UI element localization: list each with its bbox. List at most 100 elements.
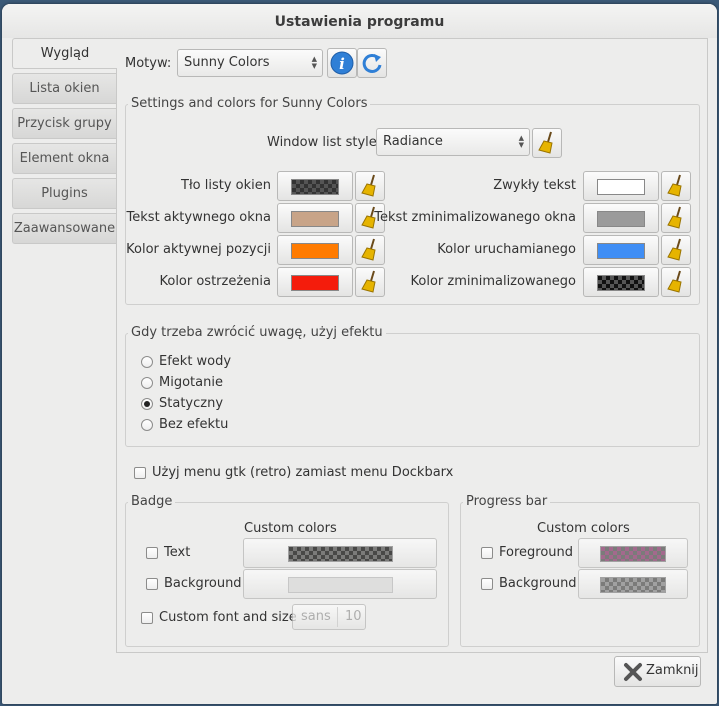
close-icon [624,663,642,681]
info-icon: i [330,51,354,75]
theme-label: Motyw: [125,56,172,71]
tab-element-okna[interactable]: Element okna [12,143,116,174]
radio-statyczny[interactable] [141,398,153,410]
progress-custom-colors-label: Custom colors [537,521,630,536]
color-label: Tekst aktywnego okna [126,210,271,225]
badge-text-label: Text [164,545,191,560]
broom-icon [667,270,682,293]
window-list-style-label: Window list style: [267,135,382,150]
progress-background-color-button[interactable] [578,569,688,599]
radio-bez-efektu[interactable] [141,419,153,431]
color-label: Tło listy okien [181,178,271,193]
badge-custom-font-label: Custom font and size [159,610,297,625]
badge-frame-title: Badge [128,494,176,509]
badge-background-checkbox[interactable] [146,578,158,590]
tab-list: Wygląd Lista okien Przycisk grupy Elemen… [12,38,117,248]
color-button-tekst-aktywnego[interactable] [277,203,353,233]
color-button-ostrzezenia[interactable] [277,267,353,297]
color-label: Kolor uruchamianego [437,242,576,257]
theme-info-button[interactable]: i [327,48,357,78]
color-button-aktywnej-pozycji[interactable] [277,235,353,265]
color-swatch [288,577,393,593]
color-label: Zwykły tekst [493,178,576,193]
progress-background-checkbox[interactable] [481,578,493,590]
badge-font-button[interactable]: sans 10 [292,604,366,630]
window-list-style-reset-button[interactable] [532,128,562,158]
reset-color-button[interactable] [661,267,691,297]
progress-frame-title: Progress bar [463,494,551,509]
color-button-tlo-listy[interactable] [277,171,353,201]
reset-color-button[interactable] [355,267,385,297]
color-button-uruchamianego[interactable] [583,235,659,265]
font-divider [337,607,338,627]
badge-background-color-button[interactable] [243,569,437,599]
badge-text-checkbox[interactable] [146,547,158,559]
close-button[interactable]: Zamknij [614,656,701,687]
color-button-zminimalizowanego-tekst[interactable] [583,203,659,233]
theme-value: Sunny Colors [184,55,270,70]
color-button-zwykly-tekst[interactable] [583,171,659,201]
radio-label: Migotanie [159,375,223,390]
badge-text-color-button[interactable] [243,538,437,568]
color-swatch [597,211,645,227]
radio-label: Statyczny [159,396,224,411]
color-button-zminimalizowanego[interactable] [583,267,659,297]
reset-color-button[interactable] [661,235,691,265]
broom-icon [667,238,682,261]
tab-zaawansowane[interactable]: Zaawansowane [12,213,116,244]
gtk-menu-label: Użyj menu gtk (retro) zamiast menu Dockb… [152,465,454,480]
color-label: Kolor zminimalizowanego [410,274,577,289]
color-swatch [291,243,339,259]
color-label: Kolor aktywnej pozycji [126,242,271,257]
gtk-menu-checkbox[interactable] [134,467,146,479]
radio-efekt-wody[interactable] [141,356,153,368]
color-swatch [600,546,666,562]
color-label: Kolor ostrzeżenia [159,274,271,289]
broom-icon [361,238,376,261]
badge-custom-colors-label: Custom colors [244,521,337,536]
tab-przycisk-grupy[interactable]: Przycisk grupy [12,108,116,139]
reset-color-button[interactable] [355,171,385,201]
theme-select[interactable]: Sunny Colors ▲ ▼ [177,49,323,77]
broom-icon [361,270,376,293]
color-swatch [600,577,666,593]
window-list-style-select[interactable]: Radiance ▲ ▼ [376,128,530,156]
reset-color-button[interactable] [355,235,385,265]
reset-color-button[interactable] [661,171,691,201]
tab-plugins[interactable]: Plugins [12,178,116,209]
theme-reload-button[interactable] [357,48,387,78]
color-label: Tekst zminimalizowanego okna [374,210,576,225]
refresh-icon [362,53,382,73]
color-swatch [597,243,645,259]
settings-window: Ustawienia programu Wygląd Lista okien P… [2,4,717,704]
progress-foreground-color-button[interactable] [578,538,688,568]
color-swatch [291,211,339,227]
color-swatch [597,275,645,291]
tab-wyglad[interactable]: Wygląd [12,38,117,69]
progress-foreground-label: Foreground [499,545,574,560]
reset-color-button[interactable] [661,203,691,233]
window-title: Ustawienia programu [2,4,717,38]
progress-foreground-checkbox[interactable] [481,547,493,559]
spin-arrows-icon: ▲ ▼ [311,55,317,70]
close-button-label: Zamknij [646,663,699,678]
window-list-style-value: Radiance [383,134,443,149]
svg-text:i: i [339,55,345,73]
progress-background-label: Background [499,576,577,591]
badge-background-label: Background [164,576,242,591]
color-swatch [291,179,339,195]
broom-icon [667,174,682,197]
color-swatch [597,179,645,195]
radio-migotanie[interactable] [141,377,153,389]
badge-custom-font-checkbox[interactable] [141,612,153,624]
color-swatch [291,275,339,291]
broom-icon [538,131,553,154]
broom-icon [361,174,376,197]
font-name: sans [301,609,331,624]
radio-label: Bez efektu [159,417,229,432]
spin-arrows-icon: ▲ ▼ [518,134,524,149]
broom-icon [667,206,682,229]
settings-frame-title: Settings and colors for Sunny Colors [128,96,371,111]
tab-lista-okien[interactable]: Lista okien [12,73,116,104]
effect-frame-title: Gdy trzeba zwrócić uwagę, użyj efektu [128,325,386,340]
